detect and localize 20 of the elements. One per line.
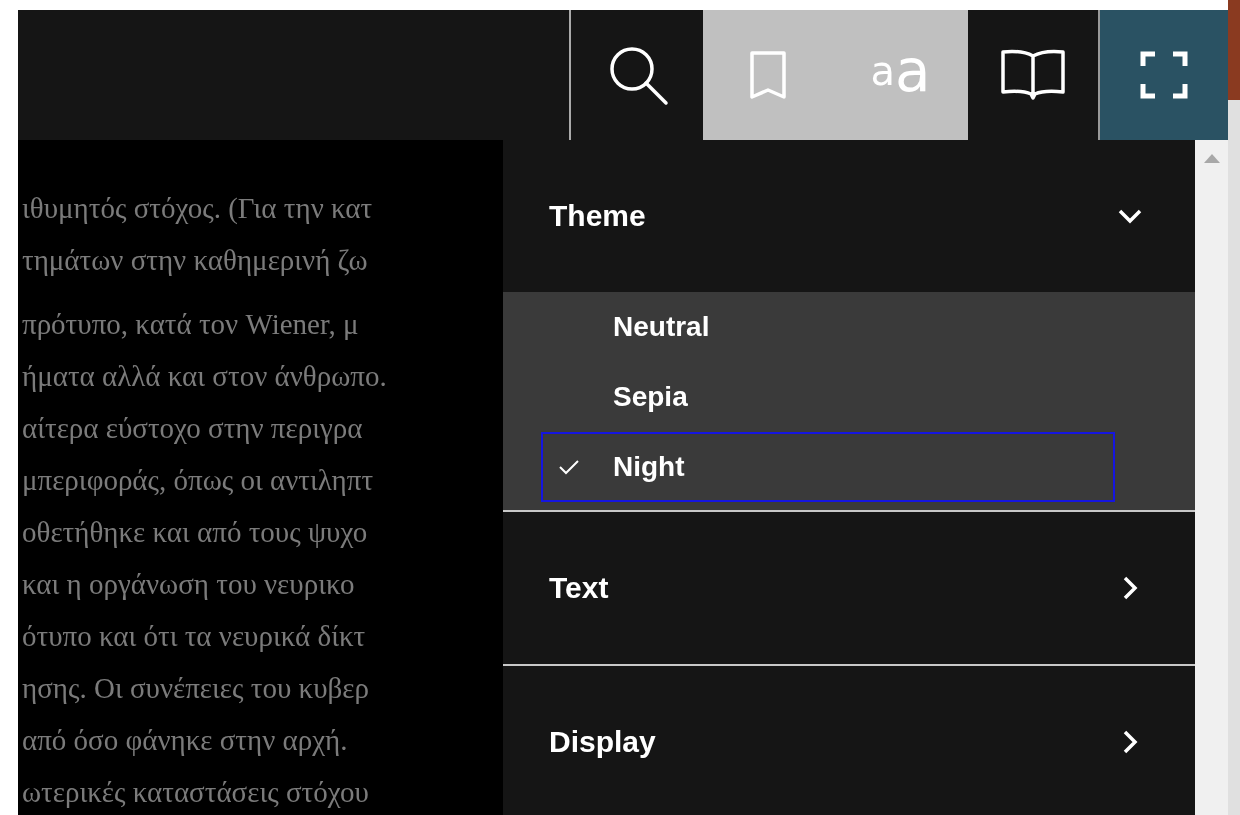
theme-option[interactable]: Night bbox=[541, 432, 1115, 502]
text-line: από όσο φάνηκε στην αρχή. bbox=[22, 723, 349, 758]
text-line: μπεριφοράς, όπως οι αντιληπτ bbox=[22, 463, 375, 498]
text-line: πρότυπο, κατά τον Wiener, μ bbox=[22, 307, 360, 342]
fullscreen-button[interactable] bbox=[1098, 10, 1228, 140]
check-icon bbox=[559, 459, 579, 475]
text-line: ότυπο και ότι τα νευρικά δίκτ bbox=[22, 619, 367, 654]
theme-option[interactable]: Sepia bbox=[541, 362, 1115, 432]
theme-option[interactable]: Neutral bbox=[541, 292, 1115, 362]
text-line: ησης. Οι συνέπειες του κυβερ bbox=[22, 671, 370, 706]
text-line: και η οργάνωση του νευρικο bbox=[22, 567, 356, 602]
text-line: ήματα αλλά και στον άνθρωπο. bbox=[22, 359, 388, 394]
text-line: τημάτων στην καθημερινή ζω bbox=[22, 243, 369, 278]
bookmark-icon bbox=[748, 50, 788, 100]
fullscreen-icon bbox=[1140, 51, 1188, 99]
open-book-icon bbox=[1000, 48, 1066, 102]
text-line: αίτερα εύστοχο στην περιγρα bbox=[22, 411, 364, 446]
text-line: οθετήθηκε και από τους ψυχο bbox=[22, 515, 369, 550]
text-line: ιθυμητός στόχος. (Για την κατ bbox=[22, 191, 374, 226]
text-line: ωτερικές καταστάσεις στόχου bbox=[22, 775, 370, 810]
